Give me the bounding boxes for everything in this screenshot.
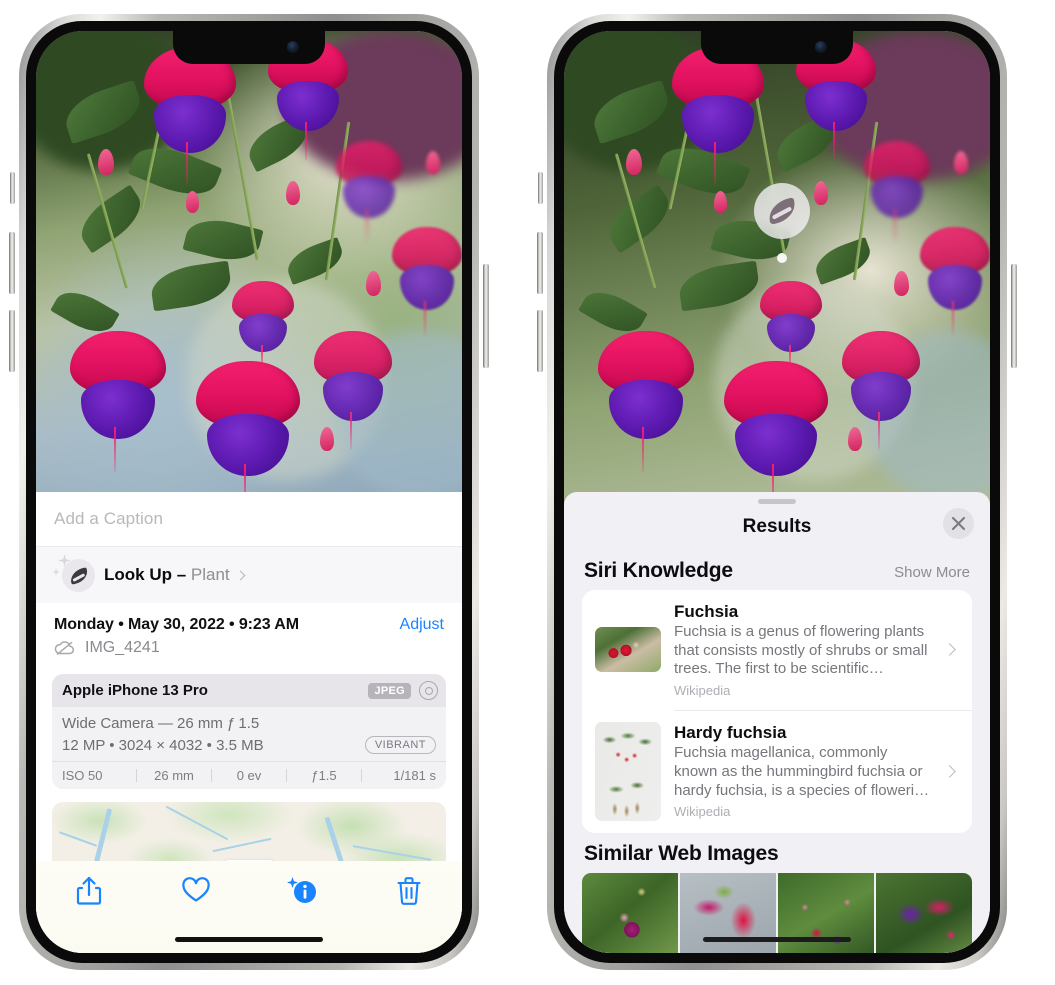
knowledge-card-thumbnail: [595, 721, 661, 821]
siri-knowledge-header: Siri Knowledge Show More: [564, 550, 990, 590]
date-block: Monday • May 30, 2022 • 9:23 AM Adjust I…: [36, 603, 462, 661]
info-sparkle-icon[interactable]: [285, 875, 319, 912]
caption-input[interactable]: Add a Caption: [36, 492, 462, 547]
leaf-icon: [766, 197, 798, 225]
chevron-right-icon: [943, 764, 956, 778]
caption-placeholder: Add a Caption: [54, 509, 164, 528]
trash-icon[interactable]: [396, 875, 422, 912]
size-info: 12 MP • 3024 × 4032 • 3.5 MB: [62, 736, 264, 754]
front-camera-icon: [287, 41, 299, 53]
phone-bezel-right: Results Siri Knowledge Show More Fuchsia…: [554, 21, 1000, 963]
metadata-header: Apple iPhone 13 Pro JPEG: [52, 674, 446, 707]
knowledge-card-source: Wikipedia: [674, 682, 731, 698]
notch-left: [173, 31, 325, 64]
chevron-right-icon: [943, 643, 956, 657]
photographic-style-badge: VIBRANT: [364, 736, 436, 754]
phone-left: Add a Caption Look Up – Plant Monday • M…: [9, 14, 489, 970]
mute-switch-right[interactable]: [538, 172, 543, 204]
exif-shutter: 1/181 s: [393, 768, 436, 783]
mute-switch[interactable]: [10, 172, 15, 204]
volume-down-button[interactable]: [9, 310, 15, 372]
sheet-header: Results: [564, 504, 990, 550]
photo-date: Monday • May 30, 2022 • 9:23 AM: [54, 616, 299, 633]
exif-exposure: 0 ev: [236, 768, 262, 783]
adjust-button[interactable]: Adjust: [400, 616, 444, 634]
knowledge-card-description: Fuchsia is a genus of flowering plants t…: [674, 623, 928, 678]
show-more-button[interactable]: Show More: [894, 564, 970, 581]
knowledge-card[interactable]: Hardy fuchsia Fuchsia magellanica, commo…: [582, 709, 972, 833]
device-model: Apple iPhone 13 Pro: [62, 682, 208, 699]
phone-bezel-left: Add a Caption Look Up – Plant Monday • M…: [26, 21, 472, 963]
knowledge-card[interactable]: Fuchsia Fuchsia is a genus of flowering …: [582, 590, 972, 710]
visual-look-up-indicator-dot: [777, 253, 787, 263]
knowledge-card-title: Fuchsia: [674, 602, 739, 621]
cloud-slash-icon: [54, 640, 76, 656]
file-name: IMG_4241: [85, 639, 160, 656]
close-icon[interactable]: [943, 508, 974, 539]
leaf-icon: [62, 559, 95, 592]
home-indicator: [175, 937, 323, 942]
notch-right: [701, 31, 853, 64]
share-icon[interactable]: [76, 875, 102, 912]
sparkle-small-icon: [52, 568, 60, 576]
volume-up-button-right[interactable]: [537, 232, 543, 294]
knowledge-card-description: Fuchsia magellanica, commonly known as t…: [674, 744, 930, 799]
web-image-thumbnail[interactable]: [582, 872, 678, 953]
exif-aperture: ƒ1.5: [311, 768, 337, 783]
photo-viewer[interactable]: [36, 31, 462, 492]
knowledge-card-thumbnail: [595, 627, 661, 673]
power-button-right[interactable]: [1011, 264, 1017, 368]
similar-web-images-title: Similar Web Images: [584, 841, 779, 865]
exif-row: ISO 50 26 mm 0 ev ƒ1.5 1/181 s: [52, 761, 446, 789]
front-camera-icon: [815, 41, 827, 53]
siri-knowledge-cards: Fuchsia Fuchsia is a genus of flowering …: [582, 590, 972, 833]
results-sheet: Results Siri Knowledge Show More Fuchsia…: [564, 492, 990, 953]
exif-iso: ISO 50: [62, 768, 103, 783]
chevron-right-icon: [235, 570, 246, 581]
look-up-row[interactable]: Look Up – Plant: [36, 547, 462, 603]
look-up-label: Look Up – Plant: [104, 565, 246, 585]
phone-right: Results Siri Knowledge Show More Fuchsia…: [537, 14, 1017, 970]
metadata-card[interactable]: Apple iPhone 13 Pro JPEG Wide Camera — 2…: [52, 674, 446, 789]
look-up-icon-group: [52, 554, 100, 595]
web-image-thumbnail[interactable]: [876, 872, 972, 953]
volume-down-button-right[interactable]: [537, 310, 543, 372]
screen-left: Add a Caption Look Up – Plant Monday • M…: [36, 31, 462, 953]
visual-look-up-badge[interactable]: [754, 183, 810, 239]
similar-web-images-header: Similar Web Images: [564, 833, 990, 873]
knowledge-card-title: Hardy fuchsia: [674, 723, 787, 743]
look-up-subject: Plant: [190, 565, 230, 584]
photo-detail-panel: Add a Caption Look Up – Plant Monday • M…: [36, 492, 462, 953]
knowledge-card-source: Wikipedia: [674, 804, 731, 820]
sheet-title: Results: [742, 516, 812, 537]
siri-knowledge-title: Siri Knowledge: [584, 559, 733, 582]
home-indicator-right: [703, 937, 851, 942]
exif-focal: 26 mm: [154, 768, 194, 783]
aperture-icon[interactable]: [419, 681, 438, 700]
power-button[interactable]: [483, 264, 489, 368]
screen-right: Results Siri Knowledge Show More Fuchsia…: [564, 31, 990, 953]
heart-icon[interactable]: [181, 875, 211, 910]
format-badge: JPEG: [368, 682, 411, 699]
lens-info: Wide Camera — 26 mm ƒ 1.5: [62, 715, 260, 732]
volume-up-button[interactable]: [9, 232, 15, 294]
metadata-body: Wide Camera — 26 mm ƒ 1.5 12 MP • 3024 ×…: [52, 707, 446, 761]
